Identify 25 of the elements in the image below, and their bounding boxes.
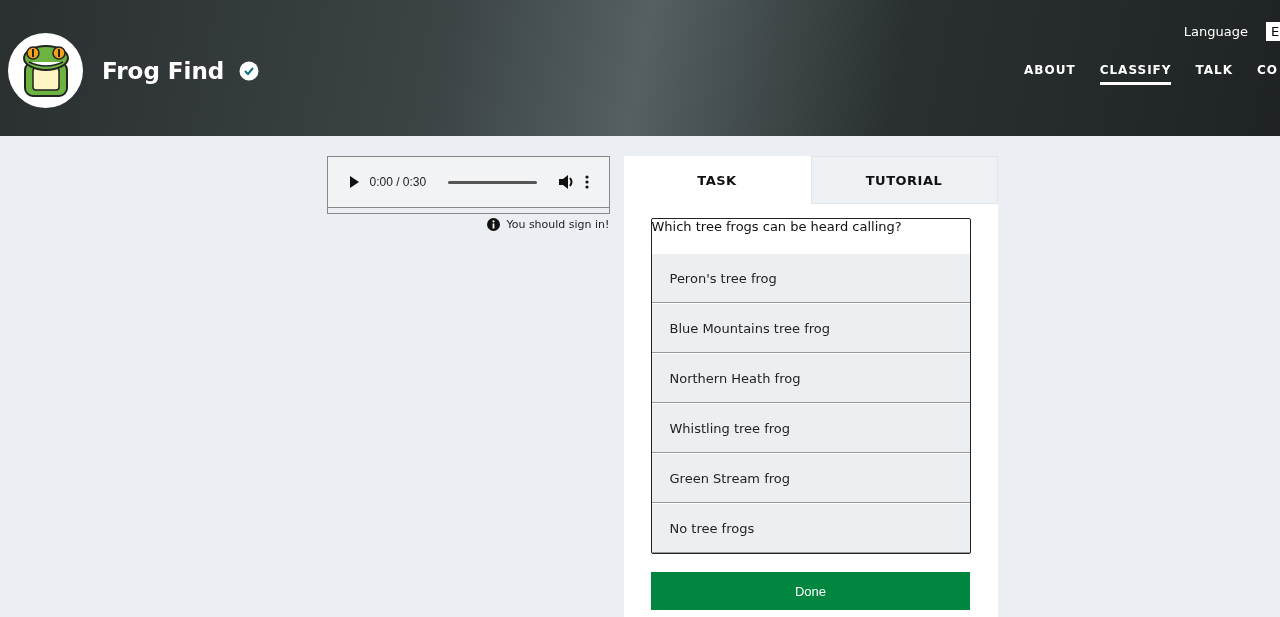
answer-option[interactable]: Whistling tree frog xyxy=(651,403,970,453)
question-text: Which tree frogs can be heard calling? xyxy=(651,219,903,236)
verified-check-icon xyxy=(239,60,260,81)
answer-option[interactable]: Northern Heath frog xyxy=(651,353,970,403)
answer-option[interactable]: Peron's tree frog xyxy=(651,253,970,303)
play-icon[interactable] xyxy=(347,176,360,188)
audio-seek-bar[interactable] xyxy=(448,180,537,184)
info-icon xyxy=(487,218,501,231)
done-button[interactable]: Done xyxy=(651,572,970,610)
nav-link[interactable]: TALK xyxy=(1195,63,1233,85)
nav-link[interactable]: CLASSIFY xyxy=(1099,63,1172,85)
more-options-icon[interactable] xyxy=(584,175,589,189)
answer-option[interactable]: Blue Mountains tree frog xyxy=(651,303,970,353)
language-label: Language xyxy=(1183,24,1248,39)
nav-link[interactable]: CO xyxy=(1257,63,1278,85)
answer-option[interactable]: No tree frogs xyxy=(651,503,970,553)
audio-time: 0:00 / 0:30 xyxy=(369,175,427,189)
answer-option[interactable]: Green Stream frog xyxy=(651,453,970,503)
nav-link[interactable]: ABOUT xyxy=(1024,63,1076,85)
project-title: Frog Find xyxy=(102,57,225,84)
language-select[interactable]: E xyxy=(1266,22,1280,41)
volume-icon[interactable] xyxy=(558,175,575,189)
audio-player[interactable]: 0:00 / 0:30 xyxy=(326,156,610,214)
tab[interactable]: TUTORIAL xyxy=(810,156,998,204)
sign-in-notice: You should sign in! xyxy=(506,218,610,231)
